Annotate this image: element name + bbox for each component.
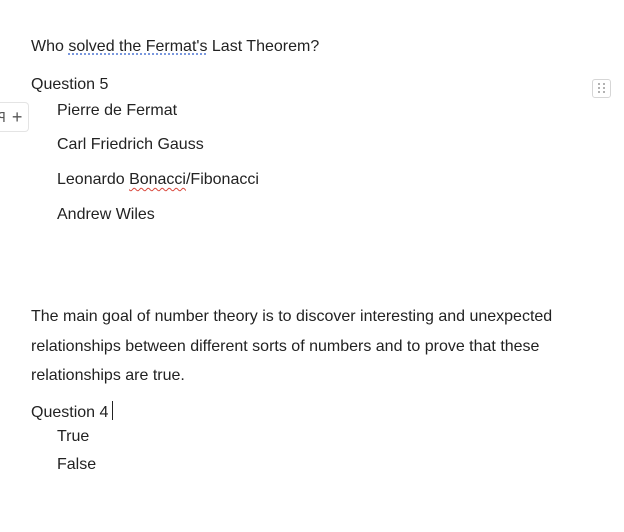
grip-dot: [603, 87, 605, 89]
grip-dot: [603, 83, 605, 85]
answer-option[interactable]: Carl Friedrich Gauss: [57, 135, 204, 155]
grip-dot: [598, 91, 600, 93]
question-4-label-text: Question 4: [31, 404, 109, 421]
grip-dot: [598, 83, 600, 85]
answer-option-true[interactable]: True: [57, 427, 89, 447]
add-block-icon[interactable]: +: [12, 108, 23, 126]
drag-grid-icon[interactable]: [592, 79, 611, 98]
grip-dot: [598, 87, 600, 89]
question-4-label[interactable]: Question 4: [31, 401, 114, 423]
prompt-text-start: Who: [31, 38, 69, 55]
answer-option[interactable]: Pierre de Fermat: [57, 101, 177, 121]
option-text-end: /Fibonacci: [185, 171, 259, 188]
answer-option[interactable]: Andrew Wiles: [57, 205, 155, 225]
text-caret: [112, 401, 114, 420]
question-5-label[interactable]: Question 5: [31, 75, 108, 95]
answer-option[interactable]: Leonardo Bonacci/Fibonacci: [57, 170, 259, 190]
prompt-text-end: Last Theorem?: [207, 38, 320, 55]
question-5-prompt[interactable]: Who solved the Fermat's Last Theorem?: [31, 37, 319, 57]
body-paragraph[interactable]: The main goal of number theory is to dis…: [31, 302, 571, 391]
option-text-start: Leonardo: [57, 171, 130, 188]
grammar-flag-phrase[interactable]: solved the Fermat's: [68, 38, 207, 55]
spelling-flag-word[interactable]: Bonacci: [129, 171, 186, 188]
answer-option-false[interactable]: False: [57, 455, 96, 475]
block-marker-icon[interactable]: ꟼ: [0, 111, 6, 124]
document-canvas[interactable]: Who solved the Fermat's Last Theorem? Qu…: [0, 0, 624, 532]
grip-dot: [603, 91, 605, 93]
block-controls: ꟼ +: [0, 102, 30, 132]
